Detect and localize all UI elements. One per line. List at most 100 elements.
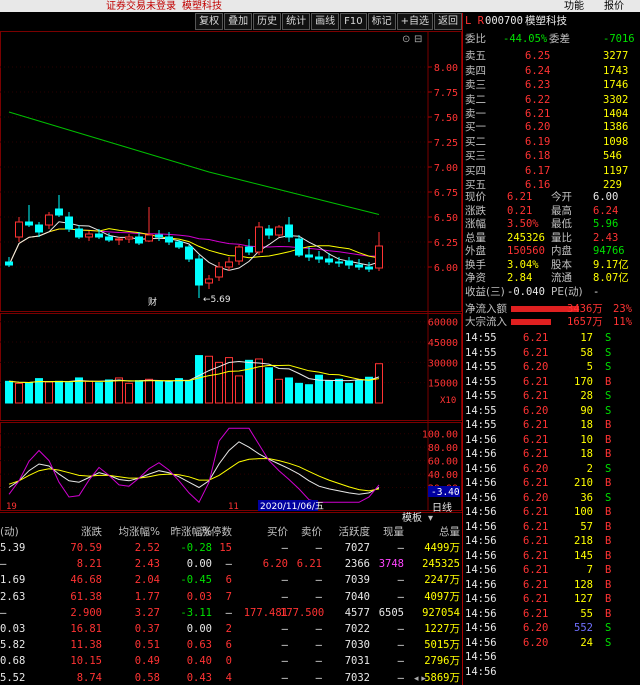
column-header[interactable]: 卖价 [280,524,322,540]
tick-price: 6.20 [523,404,549,417]
toolbar-button-0[interactable]: 复权 [195,13,224,30]
tick-time: 14:56 [465,665,497,678]
tab-daily-label[interactable]: 日线 [432,499,452,514]
tick-price: 6.21 [523,448,549,460]
table-cell: — [397,574,404,587]
tick-time: 14:56 [465,622,497,634]
tick-side: S [605,332,612,344]
tick-row: 14:56 6.21 218 B [463,535,640,547]
flow-row: 净流入额 3436万 23% [463,303,640,315]
column-header[interactable]: 总量 [410,524,460,540]
tick-row: 14:56 6.21 210 B [463,477,640,489]
tick-price: 6.21 [523,346,549,359]
table-row[interactable]: 2.63 61.38 1.77 0.03 7— —7040—4097万 [0,589,462,605]
menu-quote[interactable]: 报价 [604,0,624,12]
toolbar-button-3[interactable]: 统计 [282,13,311,30]
volume-bar [35,378,43,404]
table-row[interactable]: 5.52 8.74 0.58 0.43 4— —7032—5869万 [0,670,462,685]
kdj-tick-label: 60.00 [428,457,458,468]
table-header: (动) 涨跌 均涨幅% 昨涨幅% 涨停数 买价 卖价 活跃度 现量 总量 [0,524,462,540]
candle-body [65,216,73,230]
table-cell: — [225,606,232,619]
candle-body [115,238,123,241]
panel-header: L R 000700 模塑科技 [463,15,640,27]
table-cell: 2247万 [424,574,460,587]
toolbar-button-4[interactable]: 画线 [311,13,340,30]
volume-bar [265,367,273,404]
tick-volume: 218 [574,535,593,547]
table-row[interactable]: —8.21 2.43 0.00—6.20 6.21 2366 3748 245325 [0,556,462,572]
volume-tick-label: 15000 [428,379,458,390]
ask-row: 卖四 6.24 1743 [463,65,640,77]
bottom-scroll-arrows[interactable]: ◂ ▸ [414,674,426,684]
tick-row: 14:55 6.20 90 S [463,405,640,417]
toolbar-button-8[interactable]: 返回 [434,13,462,30]
table-cell: 2796万 [424,655,460,668]
table-cell: 0.03 [0,623,26,635]
login-status[interactable]: 证券交易未登录 [106,0,176,12]
volume-bar [115,377,123,404]
tick-side: S [605,491,612,504]
tick-price: 6.21 [523,375,549,388]
bid-volume: 1197 [603,164,629,177]
tick-volume: 2 [586,462,593,475]
table-row[interactable]: —2.900 3.27 -3.11—177.481 177.500 4577 6505 92… [0,605,462,621]
toolbar-button-7[interactable]: +自选 [396,13,433,30]
table-cell: 2.63 [0,590,26,603]
volume-bar [105,379,113,404]
tick-row: 14:56 6.20 552 S [463,622,640,634]
ask-label: 卖三 [465,79,486,91]
table-cell: 61.38 [70,590,102,603]
table-row[interactable]: 0.68 10.15 0.49 0.40 0— —7031—2796万 [0,653,462,669]
ask-price: 6.21 [525,108,551,120]
candle-body [255,226,263,253]
tick-time: 14:56 [465,477,497,489]
toolbar-button-2[interactable]: 历史 [253,13,282,30]
volume-bar [125,382,133,404]
toolbar-button-6[interactable]: 标记 [367,13,396,30]
table-cell: 6 [225,574,232,587]
finance-marker: 财 [148,296,157,308]
tick-side: S [605,404,612,417]
menu-function[interactable]: 功能 [564,0,584,12]
toolbar-button-1[interactable]: 叠加 [224,13,253,30]
column-header[interactable]: (动) [0,524,34,540]
tick-price: 6.20 [523,622,549,634]
volume-bar [95,382,103,404]
flow-percent: 23% [613,303,632,315]
stat-label-2: 最低 [551,218,572,230]
kdj-readout: -3.40 [431,487,460,498]
candle-body [165,236,173,243]
column-header[interactable]: 涨跌 [40,524,102,540]
volume-bar [375,363,383,404]
candle-body [315,256,323,260]
volume-bar [235,375,243,404]
tick-price: 6.21 [523,506,549,518]
table-cell: 4577 [344,606,370,619]
table-row[interactable]: 5.82 11.38 0.51 0.63 6— —7030—5015万 [0,637,462,653]
table-row[interactable]: 1.69 46.68 2.04 -0.45 6— —7039—2247万 [0,572,462,588]
chart-area[interactable]: 8.00 7.75 7.50 7.25 7.00 6.75 6.50 6.25 6.00 ⊙ ⊟ ←5… [0,31,462,511]
stock-title: 模塑科技 [182,1,222,12]
table-row[interactable]: 5.39 70.59 2.52 -0.28 15— —7027—4499万 [0,540,462,556]
tick-time: 14:55 [465,404,497,417]
tick-volume: 28 [580,390,593,402]
stat-label-1: 净资 [465,272,486,284]
table-cell: 7032 [344,671,370,684]
stat-value-2: 5.96 [593,218,619,230]
column-header[interactable]: 活跃度 [330,524,371,540]
toolbar-button-5[interactable]: F10 [340,13,367,30]
ma-line-10 [8,228,380,266]
tick-side: B [605,477,612,489]
flow-label: 大宗流入 [465,316,507,328]
column-header[interactable]: 现量 [372,524,404,540]
table-cell: 11.38 [70,639,102,652]
stock-code: 000700 [485,15,523,27]
table-cell: 7027 [344,542,370,554]
volume-tick-label: 60000 [428,318,458,329]
column-header[interactable]: 涨停数 [196,524,233,540]
collapse-icon[interactable]: ⊟ [414,34,422,45]
settings-icon[interactable]: ⊙ [402,34,410,45]
table-row[interactable]: 0.03 16.81 0.37 0.00 2— —7022—1227万 [0,621,462,637]
tick-volume: 5 [586,361,593,373]
